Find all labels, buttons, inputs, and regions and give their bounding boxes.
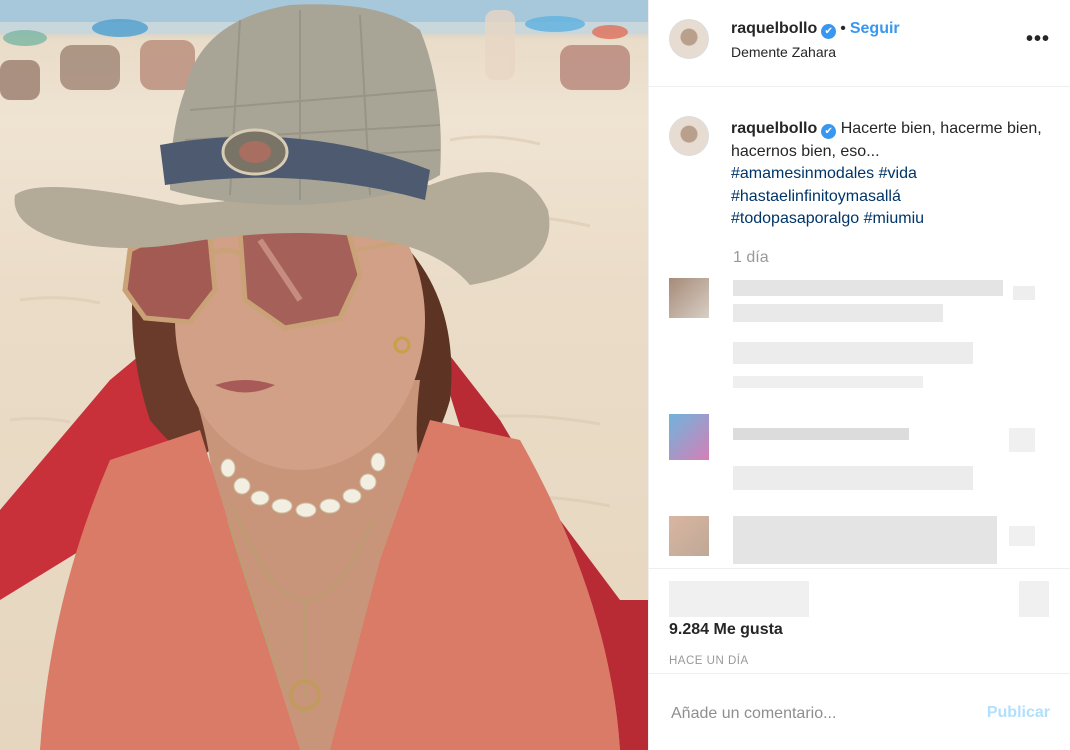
photo-illustration: [0, 0, 648, 750]
caption-avatar[interactable]: [669, 116, 709, 156]
hashtag-link[interactable]: #miumiu: [864, 210, 924, 227]
post-header: raquelbollo ✔ • Seguir Demente Zahara •••: [649, 0, 1070, 87]
pixelated-avatar: [669, 278, 709, 318]
separator-dot: •: [840, 20, 846, 37]
caption-text: raquelbollo ✔ Hacerte bien, hacerme bien,…: [731, 118, 1061, 231]
add-comment-bar: Publicar: [649, 673, 1070, 750]
post-footer: 9.284 Me gusta HACE UN DÍA Publicar: [649, 568, 1070, 749]
pixelated-text: [733, 428, 909, 440]
post-timestamp: HACE UN DÍA: [669, 655, 749, 667]
hashtag-link[interactable]: #vida: [879, 165, 917, 182]
pixelated-text: [1009, 526, 1035, 546]
hashtag-link[interactable]: #hastaelinfinitoymasallá: [731, 188, 901, 205]
pixelated-avatar: [669, 414, 709, 460]
username-link[interactable]: raquelbollo: [731, 20, 817, 37]
location-link[interactable]: Demente Zahara: [731, 44, 836, 60]
avatar[interactable]: [669, 19, 709, 59]
post-sidebar: raquelbollo ✔ • Seguir Demente Zahara ••• r…: [649, 0, 1070, 750]
follow-button[interactable]: Seguir: [850, 20, 900, 37]
caption-username[interactable]: raquelbollo: [731, 120, 817, 137]
pixelated-text: [733, 280, 1003, 296]
pixelated-text: [733, 466, 973, 490]
verified-badge-icon: ✔: [821, 24, 837, 39]
likes-count[interactable]: 9.284 Me gusta: [669, 621, 783, 639]
pixelated-text: [1009, 428, 1035, 452]
caption-timestamp: 1 día: [733, 249, 769, 266]
header-user-line: raquelbollo ✔ • Seguir: [731, 20, 900, 39]
hashtag-link[interactable]: #amamesinmodales: [731, 165, 874, 182]
comment-input[interactable]: [669, 698, 963, 730]
comments-list-pixelated: [649, 270, 1070, 570]
pixelated-action-icons: [669, 581, 809, 617]
more-options-icon[interactable]: •••: [1026, 28, 1050, 51]
pixelated-text: [733, 376, 923, 388]
pixelated-text: [733, 516, 997, 564]
post-photo[interactable]: [0, 0, 648, 750]
hashtag-link[interactable]: #todopasaporalgo: [731, 210, 859, 227]
pixelated-text: [733, 304, 943, 322]
pixelated-text: [733, 342, 973, 364]
pixelated-save-icon: [1019, 581, 1049, 617]
instagram-post-view: raquelbollo ✔ • Seguir Demente Zahara ••• r…: [0, 0, 1070, 750]
pixelated-text: [1013, 286, 1035, 300]
verified-badge-icon: ✔: [821, 124, 837, 139]
publish-button[interactable]: Publicar: [987, 704, 1050, 722]
pixelated-avatar: [669, 516, 709, 556]
